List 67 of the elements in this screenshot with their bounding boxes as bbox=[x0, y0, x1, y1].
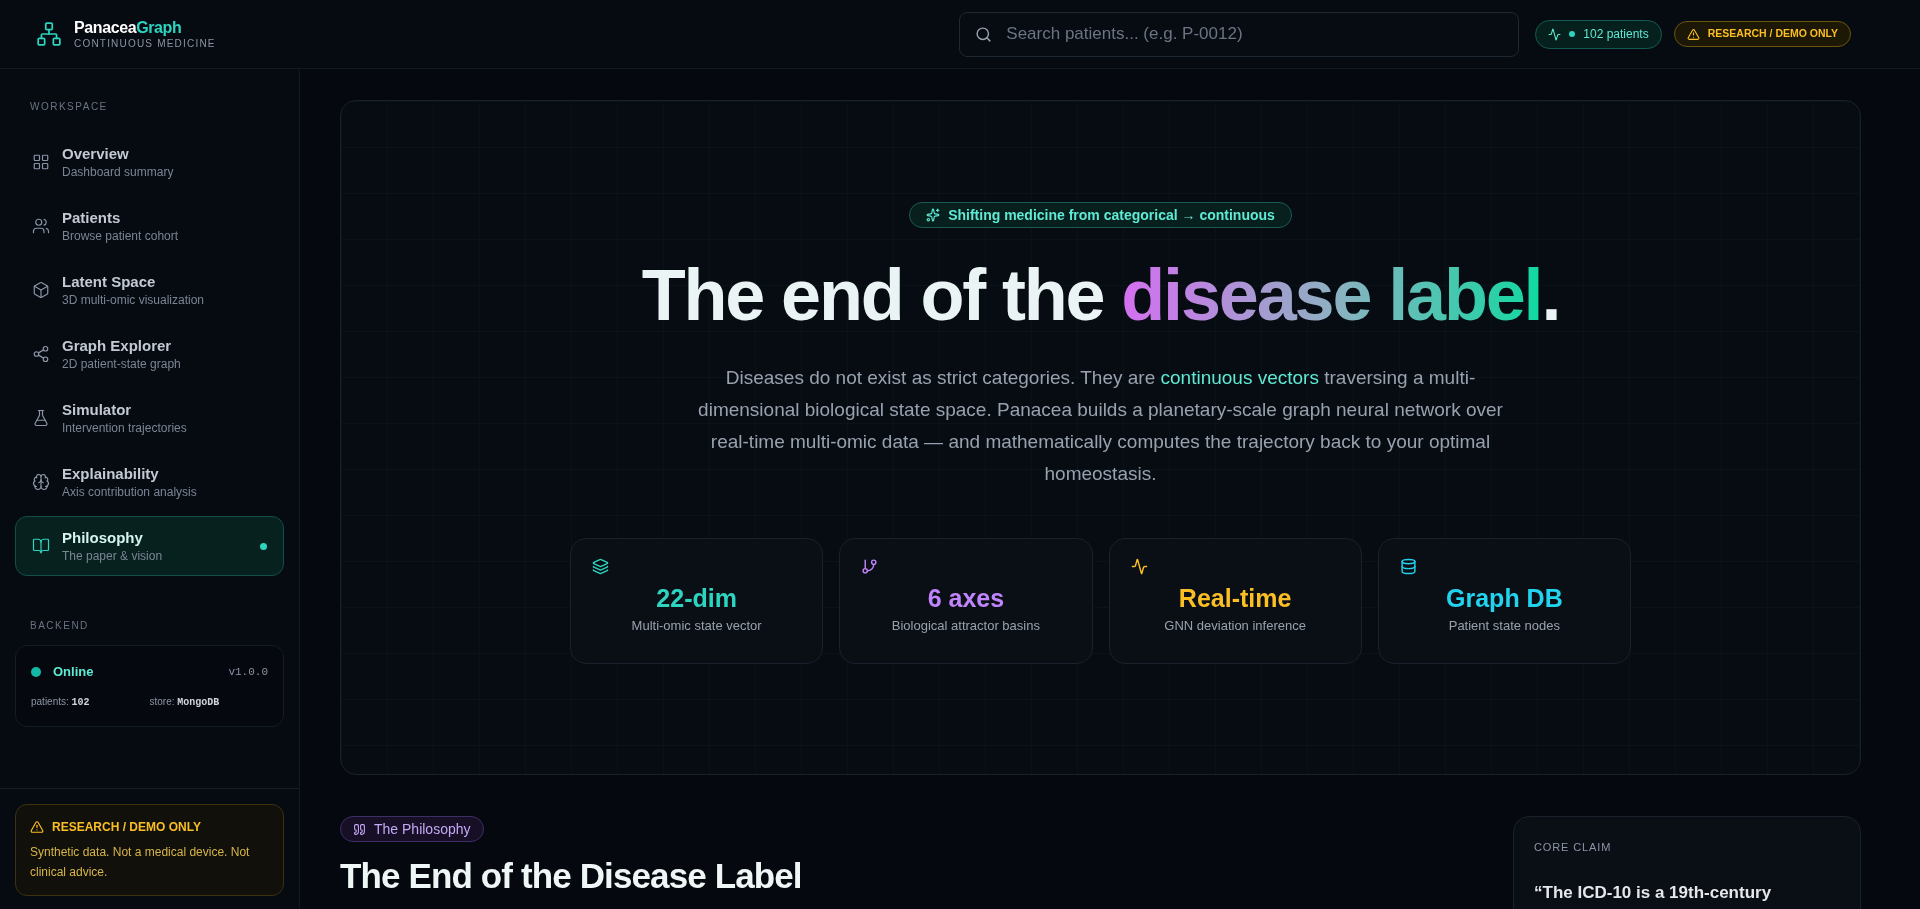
backend-status: Online bbox=[53, 663, 94, 681]
cube-icon bbox=[32, 281, 50, 299]
item-title: Latent Space bbox=[62, 272, 157, 292]
section-heading: The End of the Disease Label bbox=[340, 855, 803, 897]
stat-value: 22-dim bbox=[656, 583, 737, 614]
brain-icon bbox=[32, 473, 50, 491]
item-subtitle: The paper & vision bbox=[62, 548, 164, 564]
item-title: Philosophy bbox=[62, 528, 144, 548]
item-subtitle: 2D patient-state graph bbox=[62, 356, 182, 372]
stat-label: Biological attractor basins bbox=[891, 617, 1040, 635]
sidebar-item[interactable]: Latent Space 3D multi-omic visualization bbox=[15, 260, 284, 320]
item-subtitle: 3D multi-omic visualization bbox=[62, 292, 206, 308]
patients-count: 102 patients bbox=[1583, 26, 1649, 43]
search-icon bbox=[975, 25, 993, 43]
sidebar-item[interactable]: Simulator Intervention trajectories bbox=[15, 388, 284, 448]
quote-icon bbox=[353, 822, 366, 836]
chip-label: The Philosophy bbox=[374, 819, 471, 839]
sidebar-item[interactable]: Patients Browse patient cohort bbox=[15, 196, 284, 256]
sidebar-item[interactable]: Overview Dashboard summary bbox=[15, 132, 284, 192]
logo-icon bbox=[36, 21, 62, 47]
item-title: Patients bbox=[62, 208, 122, 228]
sidebar-item[interactable]: Explainability Axis contribution analysis bbox=[15, 452, 284, 512]
item-title: Explainability bbox=[62, 464, 160, 484]
item-subtitle: Axis contribution analysis bbox=[62, 484, 198, 500]
stat-value: Graph DB bbox=[1446, 583, 1563, 614]
book-icon bbox=[32, 537, 50, 555]
pulse-icon bbox=[1548, 27, 1562, 41]
sidebar-item[interactable]: Philosophy The paper & vision bbox=[15, 516, 284, 576]
quote-text: “The ICD-10 is a 19th-century bbox=[1534, 881, 1773, 904]
brand-name: PanaceaGraph bbox=[74, 18, 183, 38]
backend-stat: patients: 102 bbox=[31, 694, 91, 710]
hero-headline: The end of the disease label. bbox=[641, 254, 1560, 337]
sidebar-item[interactable]: Graph Explorer 2D patient-state graph bbox=[15, 324, 284, 384]
hero-paragraph: Diseases do not exist as strict categories. They are continuous vectors traversing a multi-dimensional biological state space. Panacea builds a planetary-scale graph neural network over real-time multi-omic data — and mathematically computes the trajectory back to your optimal homeostasis. bbox=[697, 366, 1504, 486]
stat-value: Real-time bbox=[1178, 583, 1292, 614]
card-label: CORE CLAIM bbox=[1534, 840, 1613, 855]
users-icon bbox=[32, 217, 50, 235]
stat-value: 6 axes bbox=[927, 583, 1005, 614]
warning-text: Synthetic data. Not a medical device. Not clinical advice. bbox=[30, 844, 251, 881]
flask-icon bbox=[32, 409, 50, 427]
section-label: WORKSPACE bbox=[29, 100, 109, 114]
warning-title: RESEARCH / DEMO ONLY bbox=[52, 819, 201, 836]
warning-icon bbox=[30, 820, 44, 834]
backend-stat: store: MongoDB bbox=[149, 694, 221, 710]
backend-version: v1.0.0 bbox=[228, 664, 268, 680]
stat-label: Multi-omic state vector bbox=[631, 617, 762, 635]
badge-text: Shifting medicine from categorical → continuous bbox=[948, 205, 1275, 225]
stat-label: GNN deviation inference bbox=[1164, 617, 1306, 635]
brand-tagline: CONTINUOUS MEDICINE bbox=[74, 38, 216, 50]
grid-icon bbox=[32, 153, 50, 171]
sparkles-icon bbox=[926, 208, 941, 222]
pulse-icon bbox=[1130, 558, 1148, 575]
layers-icon bbox=[592, 558, 609, 575]
search-field[interactable]: Search patients... (e.g. P-0012) bbox=[959, 11, 1520, 57]
section-label: BACKEND bbox=[29, 619, 90, 633]
item-subtitle: Browse patient cohort bbox=[62, 228, 180, 244]
warning-icon bbox=[1686, 27, 1700, 41]
item-subtitle: Intervention trajectories bbox=[62, 420, 188, 436]
branch-icon bbox=[861, 558, 879, 575]
demo-label: RESEARCH / DEMO ONLY bbox=[1707, 26, 1838, 42]
database-icon bbox=[1399, 558, 1417, 575]
share-icon bbox=[32, 345, 50, 363]
item-title: Graph Explorer bbox=[62, 336, 173, 356]
stat-label: Patient state nodes bbox=[1448, 617, 1561, 635]
item-subtitle: Dashboard summary bbox=[62, 164, 175, 180]
item-title: Simulator bbox=[62, 400, 133, 420]
item-title: Overview bbox=[62, 144, 130, 164]
